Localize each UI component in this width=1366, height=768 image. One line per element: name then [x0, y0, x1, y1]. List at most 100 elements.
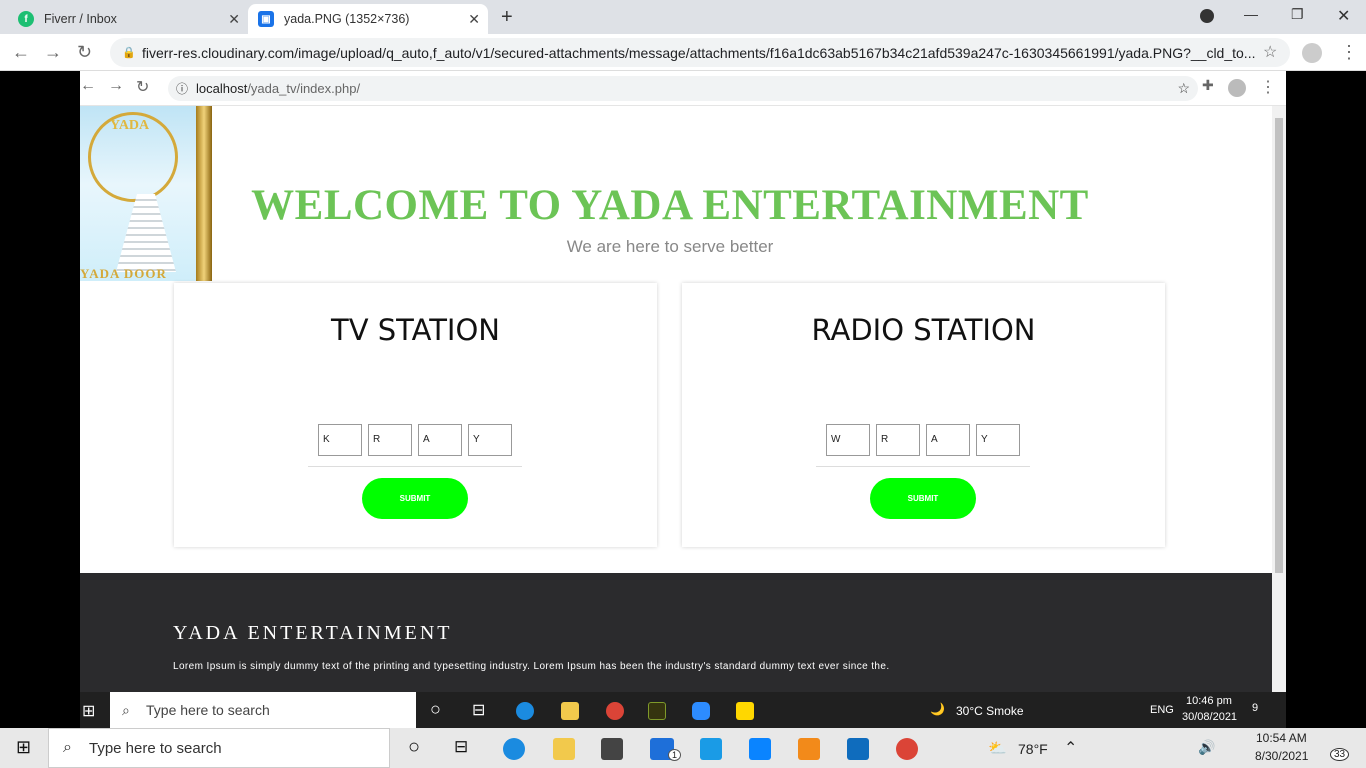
- dreamweaver-icon[interactable]: [648, 702, 666, 720]
- clock-date: 30/08/2021: [1182, 711, 1238, 723]
- language-indicator[interactable]: ENG: [1150, 704, 1174, 716]
- windows-start-icon[interactable]: ⊞: [82, 701, 95, 721]
- reload-icon[interactable]: ↻: [77, 42, 92, 63]
- hero-title: WELCOME TO YADA ENTERTAINMENT: [251, 182, 1089, 229]
- tab-fiverr-inbox[interactable]: f Fiverr / Inbox ✕: [8, 4, 248, 34]
- sticky-notes-icon[interactable]: [736, 702, 754, 720]
- close-tab-icon[interactable]: ✕: [228, 11, 240, 28]
- hero-subtitle: We are here to serve better: [566, 237, 774, 256]
- store-icon[interactable]: [601, 738, 623, 760]
- screenshot-page: ← → ↻ ⓘ localhost/yada_tv/index.php/ ☆ ✚…: [80, 71, 1286, 692]
- clock-time: 10:46 pm: [1186, 695, 1232, 707]
- card-title: TV STATION: [330, 313, 500, 347]
- search-icon: ⌕: [63, 739, 72, 756]
- extensions-icon[interactable]: ✚: [1202, 77, 1214, 94]
- radio-station-card: RADIO STATION W R A Y SUBMIT: [682, 283, 1165, 547]
- footer: YADA ENTERTAINMENT Lorem Ipsum is simply…: [80, 573, 1286, 692]
- outlook-icon[interactable]: [847, 738, 869, 760]
- file-explorer-icon[interactable]: [561, 702, 579, 720]
- close-tab-icon[interactable]: ✕: [468, 11, 480, 28]
- show-hidden-icons[interactable]: ⌃: [1064, 738, 1077, 758]
- back-icon[interactable]: ←: [80, 77, 96, 95]
- tab-yada-png[interactable]: ▣ yada.PNG (1352×736) ✕: [248, 4, 488, 34]
- code-input[interactable]: Y: [976, 424, 1020, 456]
- code-input[interactable]: Y: [468, 424, 512, 456]
- file-explorer-icon[interactable]: [553, 738, 575, 760]
- cortana-icon[interactable]: ○: [430, 699, 441, 720]
- info-icon: ⓘ: [176, 82, 189, 96]
- search-icon: ⌕: [122, 701, 130, 718]
- chrome-icon[interactable]: [606, 702, 624, 720]
- app-icon[interactable]: [749, 738, 771, 760]
- address-bar[interactable]: 🔒 fiverr-res.cloudinary.com/image/upload…: [110, 38, 1290, 67]
- notifications-count[interactable]: 33: [1330, 748, 1350, 761]
- footer-text: Lorem Ipsum is simply dummy text of the …: [173, 661, 890, 672]
- profile-dropdown-icon[interactable]: [1200, 9, 1214, 23]
- image-icon: ▣: [258, 11, 274, 27]
- inner-search-box[interactable]: ⌕ Type here to search: [110, 692, 416, 728]
- cortana-icon[interactable]: ○: [408, 736, 420, 759]
- inner-taskbar: ⊞ ⌕ Type here to search ○ ⊟ 🌙 30°C Smoke…: [80, 692, 1286, 728]
- outer-tab-bar: f Fiverr / Inbox ✕ ▣ yada.PNG (1352×736)…: [0, 0, 1366, 34]
- chrome-icon[interactable]: [896, 738, 918, 760]
- outer-taskbar: ⊞ ⌕ Type here to search ○ ⊟ 1 ⛅ 78°F ⌃ 🔊…: [0, 728, 1366, 768]
- reload-icon[interactable]: ↻: [136, 77, 149, 97]
- code-inputs: W R A Y: [826, 424, 1020, 456]
- search-placeholder: Type here to search: [89, 739, 222, 757]
- weather-icon: 🌙: [930, 702, 945, 716]
- edge-icon[interactable]: [503, 738, 525, 760]
- inner-toolbar: ← → ↻ ⓘ localhost/yada_tv/index.php/ ☆ ✚…: [80, 71, 1286, 106]
- task-view-icon[interactable]: ⊟: [454, 737, 468, 757]
- linkedin-learning-icon[interactable]: [700, 738, 722, 760]
- inner-address-bar[interactable]: ⓘ localhost/yada_tv/index.php/ ☆: [168, 76, 1198, 101]
- weather-text: 78°F: [1018, 741, 1048, 757]
- edge-icon[interactable]: [516, 702, 534, 720]
- outer-toolbar: ← → ↻ 🔒 fiverr-res.cloudinary.com/image/…: [0, 34, 1366, 71]
- logo-top-text: YADA: [110, 118, 150, 133]
- url-path: /yada_tv/index.php/: [247, 81, 361, 96]
- code-input[interactable]: R: [876, 424, 920, 456]
- volume-icon[interactable]: 🔊: [1198, 739, 1215, 756]
- zoom-icon[interactable]: [692, 702, 710, 720]
- logo-bottom-text: YADA DOOR: [80, 266, 167, 281]
- submit-button[interactable]: SUBMIT: [362, 478, 468, 519]
- bookmark-star-icon[interactable]: ☆: [1177, 80, 1190, 97]
- profile-icon[interactable]: [1302, 43, 1322, 63]
- back-icon[interactable]: ←: [12, 42, 30, 63]
- minimize-icon[interactable]: —: [1244, 6, 1258, 22]
- code-input[interactable]: A: [926, 424, 970, 456]
- lock-icon: 🔒: [122, 47, 136, 59]
- tab-title: yada.PNG (1352×736): [284, 12, 410, 26]
- outer-search-box[interactable]: ⌕ Type here to search: [48, 728, 390, 768]
- notifications-count[interactable]: 9: [1252, 702, 1258, 714]
- restore-icon[interactable]: ❐: [1291, 6, 1304, 23]
- search-placeholder: Type here to search: [146, 702, 270, 718]
- scrollbar-thumb[interactable]: [1275, 118, 1283, 573]
- menu-icon[interactable]: ⋮: [1260, 77, 1276, 97]
- card-title: RADIO STATION: [811, 313, 1036, 347]
- scrollbar[interactable]: [1272, 106, 1286, 692]
- close-window-icon[interactable]: ✕: [1337, 6, 1350, 26]
- divider: [816, 466, 1030, 467]
- fiverr-icon: f: [18, 11, 34, 27]
- windows-start-icon[interactable]: ⊞: [16, 737, 31, 758]
- code-input[interactable]: R: [368, 424, 412, 456]
- code-input[interactable]: W: [826, 424, 870, 456]
- bookmark-star-icon[interactable]: ☆: [1263, 42, 1277, 62]
- new-tab-icon[interactable]: +: [501, 6, 513, 29]
- app-icon[interactable]: [798, 738, 820, 760]
- code-input[interactable]: K: [318, 424, 362, 456]
- footer-title: YADA ENTERTAINMENT: [173, 622, 453, 644]
- profile-icon[interactable]: [1228, 79, 1246, 97]
- submit-button[interactable]: SUBMIT: [870, 478, 976, 519]
- task-view-icon[interactable]: ⊟: [472, 700, 485, 720]
- weather-text: 30°C Smoke: [956, 704, 1024, 718]
- code-inputs: K R A Y: [318, 424, 512, 456]
- url-text: fiverr-res.cloudinary.com/image/upload/q…: [142, 44, 1256, 61]
- clock-time: 10:54 AM: [1256, 731, 1307, 745]
- code-input[interactable]: A: [418, 424, 462, 456]
- divider: [308, 466, 522, 467]
- forward-icon[interactable]: →: [108, 77, 124, 95]
- forward-icon[interactable]: →: [44, 42, 62, 63]
- menu-icon[interactable]: ⋮: [1340, 42, 1358, 63]
